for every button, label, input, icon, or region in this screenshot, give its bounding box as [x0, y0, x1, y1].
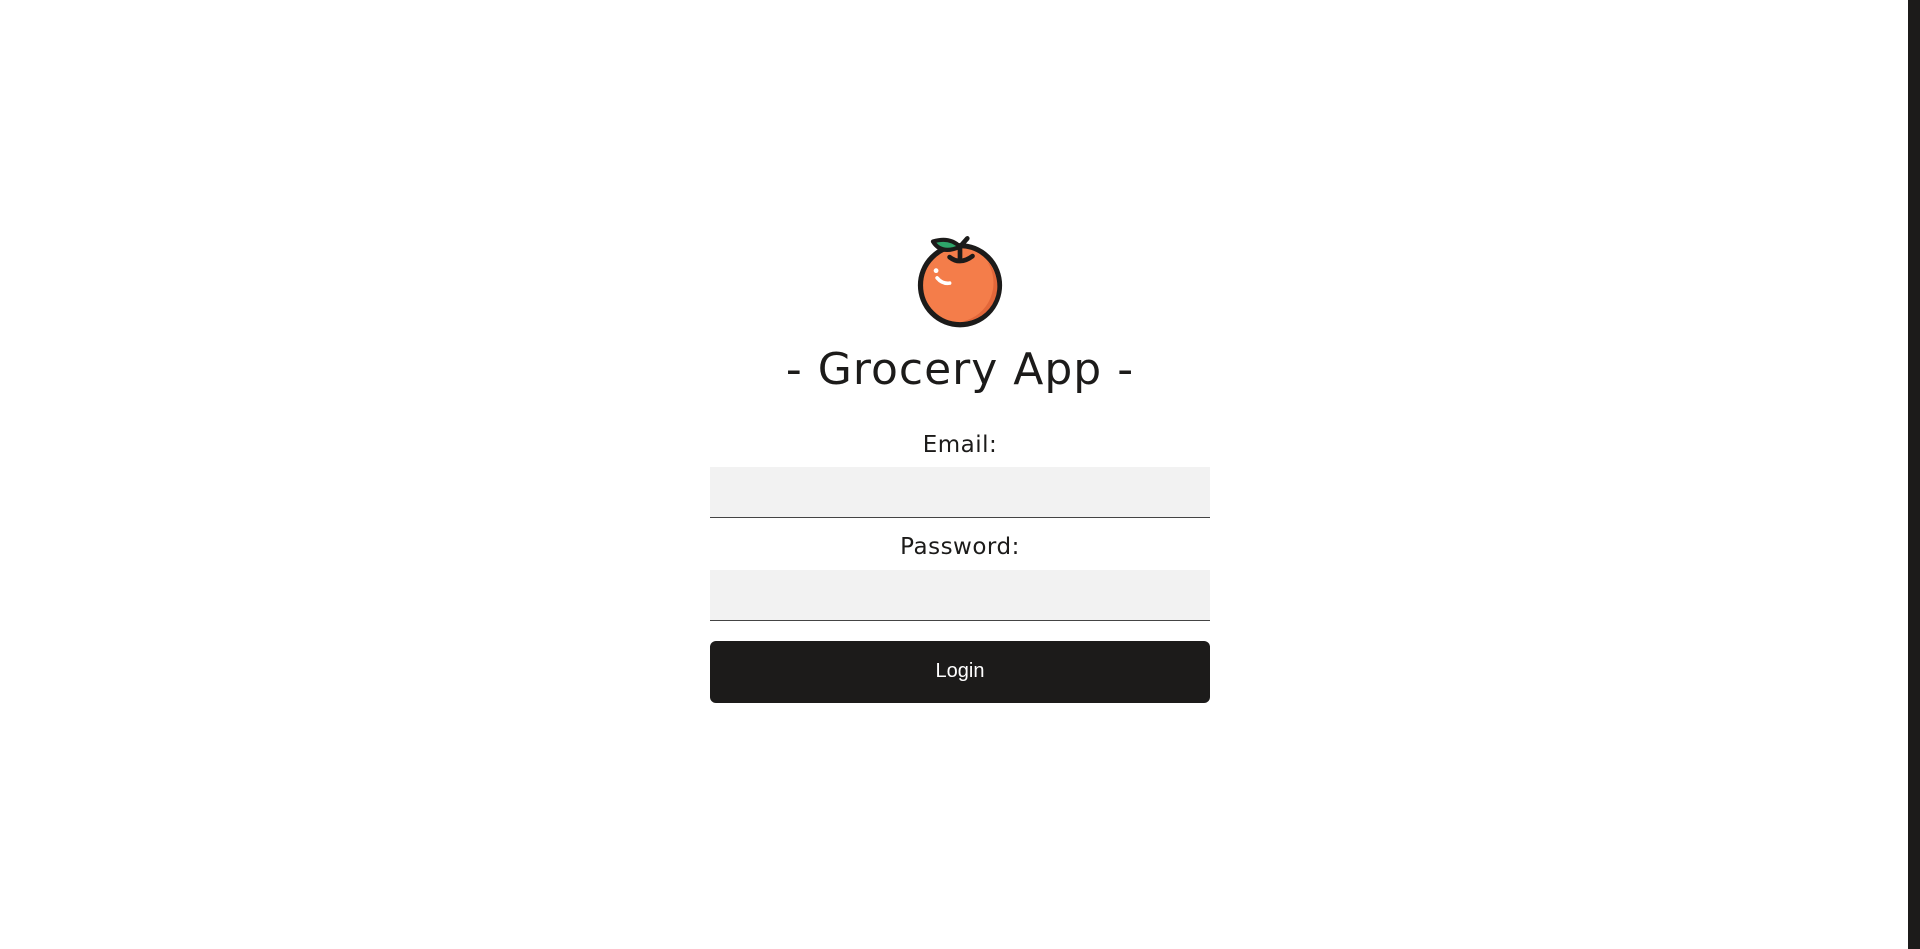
login-button[interactable]: Login: [710, 640, 1210, 703]
app-title: - Grocery App -: [785, 344, 1135, 395]
password-input[interactable]: [710, 569, 1210, 621]
password-label: Password:: [900, 534, 1020, 561]
login-page: - Grocery App - Email: Password: Login: [0, 0, 1920, 949]
window-edge: [1908, 0, 1920, 949]
login-form: - Grocery App - Email: Password: Login: [710, 228, 1210, 703]
orange-fruit-icon: [917, 236, 1003, 328]
email-label: Email:: [922, 431, 998, 458]
email-input[interactable]: [710, 467, 1210, 519]
